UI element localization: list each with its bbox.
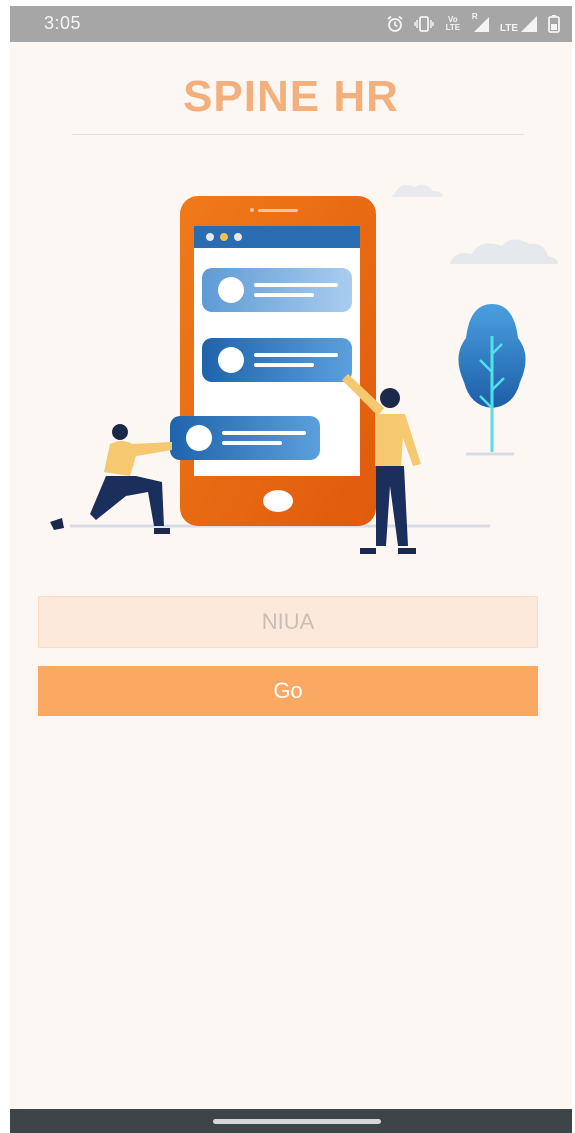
hero-illustration — [50, 184, 558, 554]
cloud-small-icon — [391, 184, 443, 197]
status-icons: Vo LTE R LTE — [386, 13, 560, 35]
cloud-large-icon — [450, 239, 558, 264]
signal-roaming-icon: R — [472, 13, 490, 33]
app-title: SPINE HR — [183, 72, 399, 121]
home-gesture-handle[interactable] — [213, 1119, 381, 1124]
lte-signal-icon: LTE — [500, 15, 538, 34]
person-pushing-graphic — [50, 424, 172, 534]
alarm-icon — [386, 15, 404, 33]
volte-icon: Vo LTE — [445, 15, 461, 32]
vibrate-icon — [414, 15, 434, 33]
app-screen: 3:05 Vo LTE R LTE SPINE HR NIUA Go — [10, 6, 572, 1133]
status-time: 3:05 — [44, 13, 82, 33]
battery-icon — [548, 15, 560, 33]
status-bar: 3:05 Vo LTE R LTE — [10, 6, 572, 42]
company-code-input[interactable] — [38, 596, 538, 648]
navigation-bar — [10, 1109, 572, 1133]
tree-icon — [458, 304, 526, 456]
title-divider — [72, 134, 524, 135]
floating-card-graphic — [170, 416, 320, 460]
go-button[interactable]: Go — [38, 666, 538, 716]
phone-graphic — [180, 196, 376, 526]
